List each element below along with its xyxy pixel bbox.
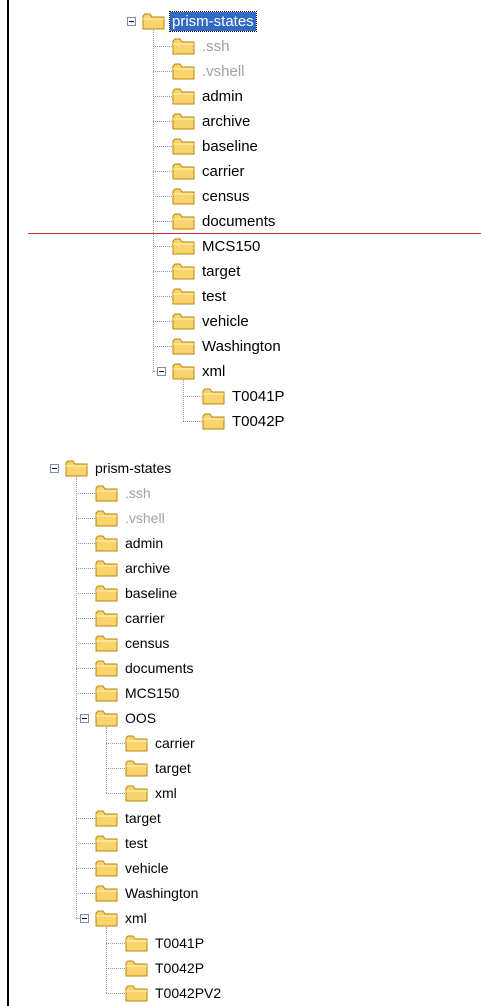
collapse-icon[interactable]	[80, 914, 89, 923]
tree-node-label: target	[155, 760, 191, 776]
tree-connector-line	[106, 927, 107, 993]
tree-node-label: OOS	[125, 710, 157, 726]
tree-node-label: baseline	[125, 585, 178, 601]
folder-icon	[95, 885, 118, 902]
folder-icon	[125, 785, 148, 802]
tree-branch-line	[76, 668, 95, 669]
tree-node-oos[interactable]: OOS	[80, 706, 158, 731]
folder-icon	[125, 760, 148, 777]
folder-icon	[125, 735, 148, 752]
folder-icon	[95, 660, 118, 677]
tree-node-documents[interactable]: documents	[95, 656, 195, 681]
folder-icon	[95, 560, 118, 577]
tree-branch-line	[76, 593, 95, 594]
tree-branch-line	[76, 818, 95, 819]
tree-node-label: T0042PV2	[155, 985, 222, 1001]
tree-branch-line	[106, 943, 125, 944]
tree-branch-line	[106, 768, 125, 769]
tree-node-washington[interactable]: Washington	[95, 881, 200, 906]
tree-node-ssh[interactable]: .ssh	[95, 481, 153, 506]
folder-icon	[125, 960, 148, 977]
tree-node-label: MCS150	[125, 685, 180, 701]
folder-icon	[95, 710, 118, 727]
folder-icon	[95, 810, 118, 827]
collapse-icon[interactable]	[50, 464, 59, 473]
folder-icon	[65, 460, 88, 477]
tree-node-admin[interactable]: admin	[95, 531, 165, 556]
tree-node-mcs150[interactable]: MCS150	[95, 681, 181, 706]
tree-node-carrier[interactable]: carrier	[95, 606, 167, 631]
tree-node-t0042p[interactable]: T0042P	[125, 956, 206, 981]
folder-icon	[95, 635, 118, 652]
tree-node-label: .ssh	[125, 485, 151, 501]
tree-branch-line	[106, 968, 125, 969]
folder-icon	[95, 860, 118, 877]
tree-node-label: Washington	[125, 885, 199, 901]
tree-branch-line	[76, 843, 95, 844]
tree-node-target[interactable]: target	[95, 806, 163, 831]
tree-node-census[interactable]: census	[95, 631, 171, 656]
tree-node-label: prism-states	[95, 460, 172, 476]
folder-icon	[95, 685, 118, 702]
tree-node-label: admin	[125, 535, 164, 551]
tree-node-vshell[interactable]: .vshell	[95, 506, 167, 531]
tree-branch-line	[76, 518, 95, 519]
tree-node-label: test	[125, 835, 148, 851]
tree-node-label: .vshell	[125, 510, 165, 526]
folder-icon	[95, 610, 118, 627]
tree-node-test[interactable]: test	[95, 831, 150, 856]
tree-node-vehicle[interactable]: vehicle	[95, 856, 171, 881]
tree-node-label: T0041P	[155, 935, 205, 951]
folder-icon	[125, 935, 148, 952]
folder-icon	[95, 835, 118, 852]
tree-node-target[interactable]: target	[125, 756, 193, 781]
folder-icon	[95, 910, 118, 927]
tree-branch-line	[106, 743, 125, 744]
tree-node-t0041p[interactable]: T0041P	[125, 931, 206, 956]
tree-connector-line	[106, 727, 107, 793]
collapse-icon[interactable]	[80, 714, 89, 723]
tree-branch-line	[106, 793, 125, 794]
tree-node-label: carrier	[125, 610, 165, 626]
tree-branch-line	[76, 643, 95, 644]
tree-node-label: carrier	[155, 735, 195, 751]
tree-branch-line	[106, 993, 125, 994]
folder-icon	[95, 535, 118, 552]
tree-node-label: xml	[155, 785, 177, 801]
tree-node-carrier[interactable]: carrier	[125, 731, 197, 756]
tree-node-label: T0042P	[155, 960, 205, 976]
folder-icon	[95, 485, 118, 502]
tree-node-t0042pv2[interactable]: T0042PV2	[125, 981, 223, 1006]
tree-branch-line	[76, 693, 95, 694]
tree-branch-line	[76, 493, 95, 494]
tree-branch-line	[76, 543, 95, 544]
tree-node-label: target	[125, 810, 161, 826]
tree-node-label: xml	[125, 910, 147, 926]
tree-node-label: documents	[125, 660, 194, 676]
tree-node-xml[interactable]: xml	[125, 781, 179, 806]
tree-node-prism-states[interactable]: prism-states	[50, 456, 173, 481]
folder-tree-bottom: prism-states .ssh .vshell admin archive basel…	[0, 0, 481, 1006]
tree-branch-line	[76, 568, 95, 569]
tree-node-label: vehicle	[125, 860, 169, 876]
tree-branch-line	[76, 868, 95, 869]
tree-branch-line	[76, 893, 95, 894]
folder-icon	[95, 585, 118, 602]
tree-node-xml[interactable]: xml	[80, 906, 149, 931]
tree-node-label: archive	[125, 560, 171, 576]
tree-node-baseline[interactable]: baseline	[95, 581, 179, 606]
folder-icon	[125, 985, 148, 1002]
tree-node-label: census	[125, 635, 170, 651]
tree-node-archive[interactable]: archive	[95, 556, 172, 581]
tree-branch-line	[76, 618, 95, 619]
folder-icon	[95, 510, 118, 527]
